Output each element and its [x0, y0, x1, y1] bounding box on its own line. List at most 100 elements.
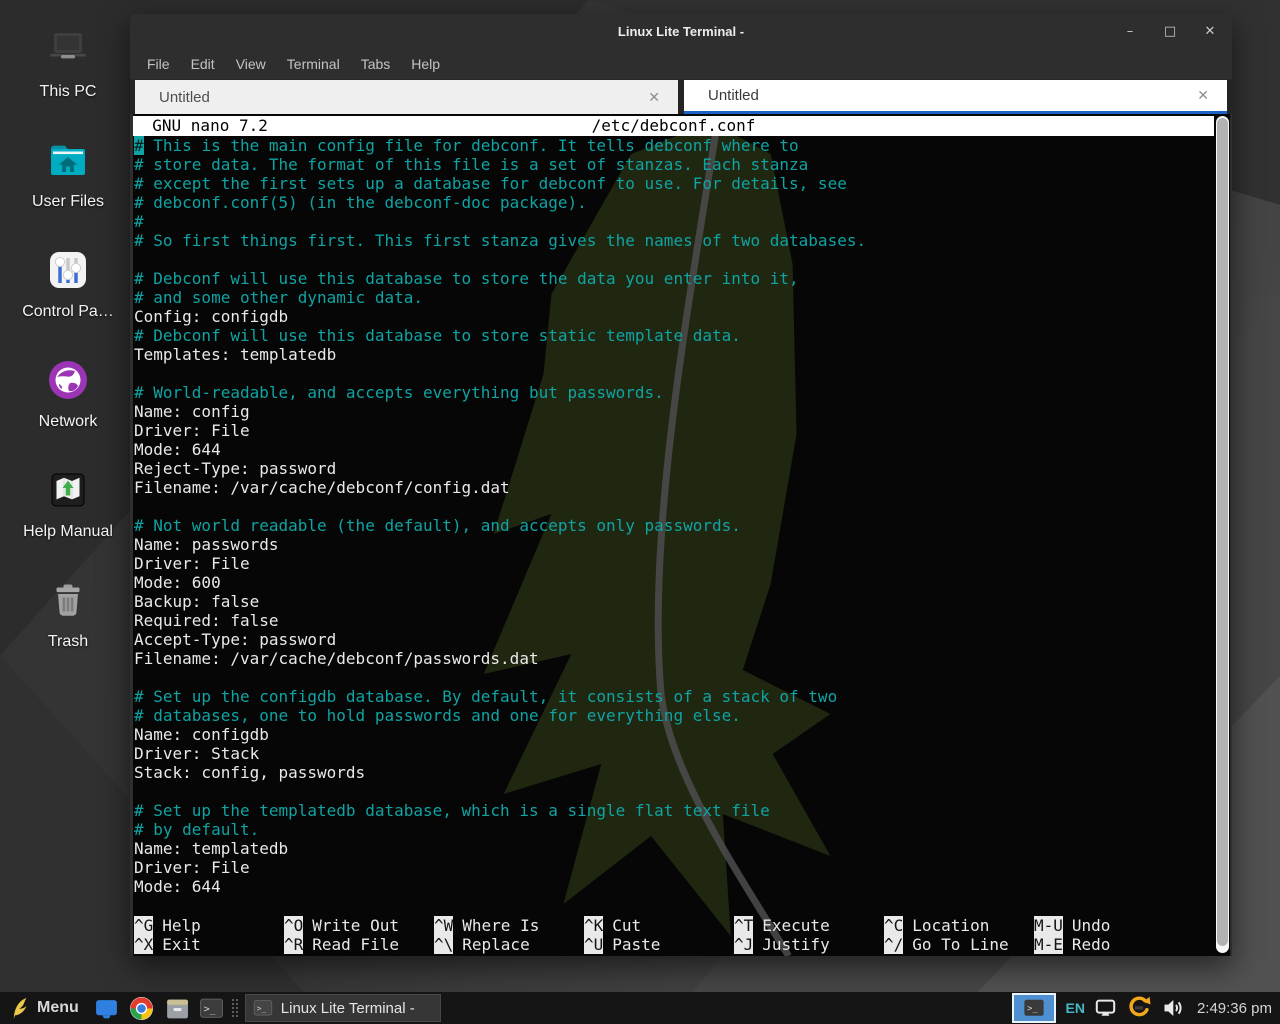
editor-line: # So first things first. This first stan… [134, 231, 1214, 250]
svg-text:>_: >_ [257, 1004, 267, 1013]
desktop-icon-network[interactable]: Network [0, 356, 136, 466]
editor-line: Mode: 644 [134, 440, 1214, 459]
tab-close-icon[interactable]: ✕ [1197, 87, 1209, 104]
nano-shortcut[interactable]: ^KCut [584, 916, 734, 935]
editor-line: # World-readable, and accepts everything… [134, 383, 1214, 402]
tab-label: Untitled [708, 87, 759, 104]
desktop-icon-help-manual[interactable]: Help Manual [0, 466, 136, 576]
editor-line: # This is the main config file for debco… [134, 136, 1214, 155]
tray-terminal-indicator[interactable]: >_ [1012, 993, 1056, 1023]
shortcut-label: Go To Line [912, 935, 1008, 954]
terminal-screen[interactable]: GNU nano 7.2 /etc/debconf.conf # This is… [133, 114, 1230, 956]
nano-shortcut[interactable]: M-ERedo [1034, 935, 1110, 954]
editor-line: Templates: templatedb [134, 345, 1214, 364]
tab-close-icon[interactable]: ✕ [648, 89, 660, 106]
taskbar-separator-handle[interactable] [232, 999, 238, 1017]
editor-line: # except the first sets up a database fo… [134, 174, 1214, 193]
menubar-item[interactable]: File [147, 56, 170, 72]
svg-text:>_: >_ [203, 1004, 215, 1015]
nano-shortcut[interactable]: ^U Paste [584, 935, 734, 954]
window-titlebar[interactable]: Linux Lite Terminal - – □ ✕ [130, 14, 1232, 48]
nano-shortcut[interactable]: ^\Replace [434, 935, 584, 954]
desktop-icon-label: Trash [48, 633, 88, 651]
minimize-icon[interactable]: – [1122, 24, 1138, 39]
editor-line [134, 497, 1214, 516]
display-settings-icon[interactable] [1094, 997, 1117, 1019]
nano-titlebar: GNU nano 7.2 /etc/debconf.conf [133, 116, 1214, 136]
nano-shortcut[interactable]: ^GHelp [134, 916, 284, 935]
shortcut-label: Paste [612, 935, 660, 954]
menubar-item[interactable]: Terminal [287, 56, 340, 72]
nano-shortcut[interactable]: ^C Location [884, 916, 1034, 935]
shortcut-key: ^O [284, 916, 303, 935]
shortcut-key: ^U [584, 935, 603, 954]
shortcut-label: Exit [162, 935, 201, 954]
keyboard-layout-indicator[interactable]: EN [1065, 1000, 1084, 1016]
desktop-icon-list: This PC User Files Control Pa… [0, 26, 136, 686]
shortcut-key: ^K [584, 916, 603, 935]
chrome-icon [129, 996, 154, 1021]
window-controls: – □ ✕ [1122, 14, 1218, 48]
sliders-icon [44, 246, 92, 294]
start-menu-button[interactable]: Menu [0, 992, 89, 1024]
launcher-file-manager-icon[interactable] [163, 995, 190, 1022]
shortcut-label: Write Out [312, 916, 399, 935]
taskbar-window-button[interactable]: >_ Linux Lite Terminal - [245, 994, 441, 1022]
terminal-scrollbar[interactable] [1216, 116, 1229, 953]
editor-line: Config: configdb [134, 307, 1214, 326]
menubar-item[interactable]: Help [411, 56, 440, 72]
shortcut-key: ^\ [434, 935, 453, 954]
laptop-icon [44, 26, 92, 74]
nano-shortcut[interactable]: ^JJustify [734, 935, 884, 954]
file-cabinet-icon [164, 996, 189, 1021]
menubar-item[interactable]: Edit [191, 56, 215, 72]
nano-file-path: /etc/debconf.conf [133, 116, 1214, 135]
editor-line: Driver: File [134, 421, 1214, 440]
close-icon[interactable]: ✕ [1202, 24, 1218, 39]
editor-line: Filename: /var/cache/debconf/passwords.d… [134, 649, 1214, 668]
menubar-item[interactable]: Tabs [361, 56, 391, 72]
nano-editor: GNU nano 7.2 /etc/debconf.conf # This is… [133, 114, 1214, 956]
launcher-chrome-icon[interactable] [128, 995, 155, 1022]
shortcut-label: Undo [1072, 916, 1111, 935]
shortcut-key: ^C [884, 916, 903, 935]
desktop-icon-user-files[interactable]: User Files [0, 136, 136, 246]
volume-icon[interactable] [1161, 996, 1185, 1020]
svg-text:>_: >_ [1028, 1004, 1039, 1014]
desktop-icon-trash[interactable]: Trash [0, 576, 136, 686]
desktop-icon-this-pc[interactable]: This PC [0, 26, 136, 136]
nano-shortcut[interactable]: ^RRead File [284, 935, 434, 954]
nano-shortcut[interactable]: ^WWhere Is [434, 916, 584, 935]
nano-shortcut[interactable]: ^O Write Out [284, 916, 434, 935]
shortcut-label: Read File [312, 935, 399, 954]
shortcut-label: Location [912, 916, 989, 935]
linux-lite-feather-icon [9, 996, 29, 1020]
terminal-icon: >_ [1023, 997, 1045, 1019]
desktop-icon-control-panel[interactable]: Control Pa… [0, 246, 136, 356]
launcher-desktop-icon[interactable] [93, 995, 120, 1022]
scrollbar-thumb[interactable] [1217, 118, 1228, 946]
tab-untitled-2[interactable]: Untitled ✕ [684, 80, 1227, 114]
nano-shortcut[interactable]: ^XExit [134, 935, 284, 954]
shortcut-key: ^G [134, 916, 153, 935]
blue-screen-icon [94, 996, 119, 1021]
updates-available-icon[interactable] [1126, 995, 1152, 1021]
nano-shortcut[interactable]: ^/ Go To Line [884, 935, 1034, 954]
editor-line: Driver: File [134, 858, 1214, 877]
taskbar: Menu >_ >_ [0, 992, 1280, 1024]
editor-line: # Set up the configdb database. By defau… [134, 687, 1214, 706]
nano-shortcut[interactable]: ^TExecute [734, 916, 884, 935]
taskbar-clock[interactable]: 2:49:36 pm [1197, 1000, 1272, 1017]
launcher-terminal-icon[interactable]: >_ [198, 995, 225, 1022]
start-menu-label: Menu [37, 999, 79, 1017]
editor-line: Required: false [134, 611, 1214, 630]
nano-shortcut[interactable]: M-UUndo [1034, 916, 1110, 935]
tab-untitled-1[interactable]: Untitled ✕ [135, 80, 678, 114]
shortcut-key: ^/ [884, 935, 903, 954]
editor-line [134, 668, 1214, 687]
menubar-item[interactable]: View [236, 56, 266, 72]
editor-line: # Debconf will use this database to stor… [134, 269, 1214, 288]
shortcut-key: M-E [1034, 935, 1063, 954]
editor-line [134, 782, 1214, 801]
maximize-icon[interactable]: □ [1162, 24, 1178, 39]
